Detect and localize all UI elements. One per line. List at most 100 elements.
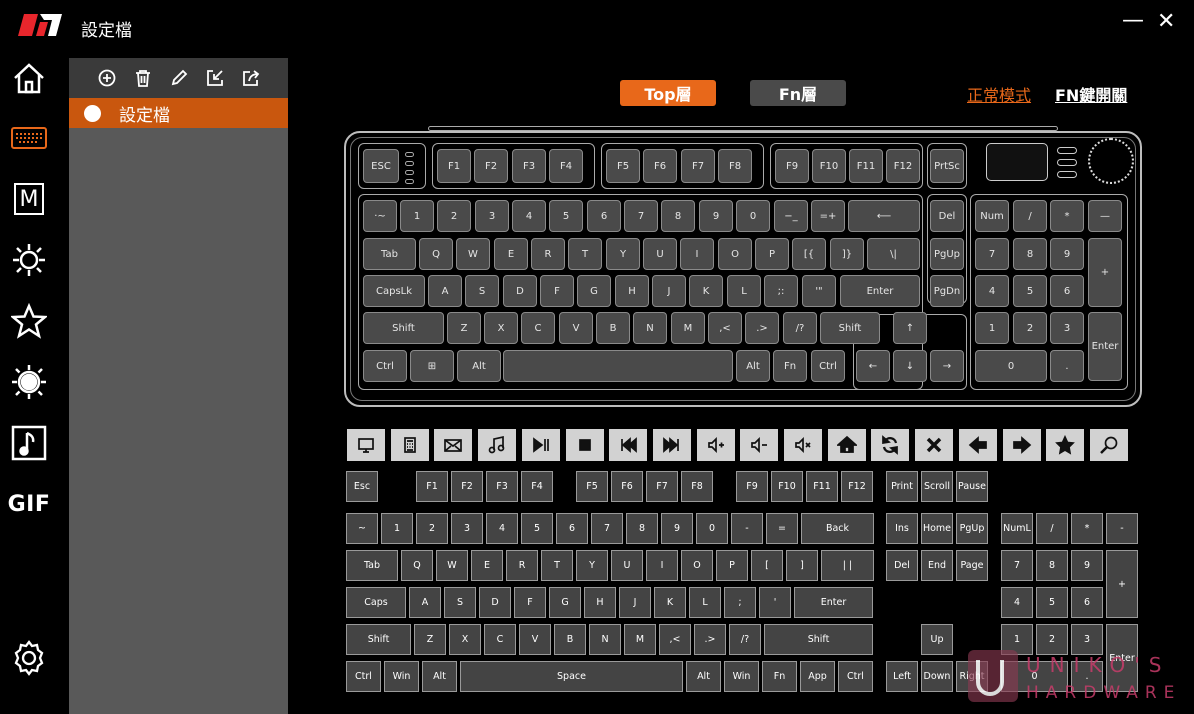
palette-key[interactable]: 5: [521, 513, 553, 544]
mail-key[interactable]: [434, 429, 473, 461]
keyboard-key[interactable]: Alt: [457, 350, 501, 382]
palette-key[interactable]: 8: [1036, 550, 1068, 581]
palette-key[interactable]: Tab: [346, 550, 398, 581]
palette-key[interactable]: X: [449, 624, 481, 655]
keyboard-key[interactable]: I: [680, 238, 714, 270]
keyboard-key[interactable]: D: [503, 275, 537, 307]
palette-key[interactable]: Z: [414, 624, 446, 655]
keyboard-key[interactable]: ↑: [893, 312, 927, 344]
keyboard-key[interactable]: −_: [774, 200, 808, 232]
keyboard-key[interactable]: '": [802, 275, 836, 307]
nav-home[interactable]: [8, 57, 50, 99]
palette-key[interactable]: ,<: [659, 624, 691, 655]
keyboard-key[interactable]: V: [559, 312, 593, 344]
palette-key[interactable]: R: [506, 550, 538, 581]
keyboard-key[interactable]: →: [930, 350, 964, 382]
palette-key[interactable]: F1: [416, 471, 448, 502]
profile-item[interactable]: 設定檔: [69, 98, 288, 128]
stop-key[interactable]: [565, 429, 604, 461]
palette-key[interactable]: Left: [886, 661, 918, 692]
palette-key[interactable]: Home: [921, 513, 953, 544]
palette-key[interactable]: | |: [821, 550, 874, 581]
nav-music[interactable]: [8, 422, 50, 464]
keyboard-key[interactable]: 4: [975, 275, 1009, 307]
keyboard-key[interactable]: ;:: [764, 275, 798, 307]
keyboard-key[interactable]: 8: [661, 200, 695, 232]
keyboard-key[interactable]: C: [521, 312, 555, 344]
palette-key[interactable]: Page: [956, 550, 988, 581]
keyboard-key[interactable]: Del: [930, 200, 964, 232]
palette-key[interactable]: Scroll: [921, 471, 953, 502]
keyboard-key[interactable]: 2: [437, 200, 471, 232]
palette-key[interactable]: 6: [1071, 587, 1103, 618]
keyboard-key[interactable]: Ctrl: [811, 350, 845, 382]
keyboard-key[interactable]: F11: [849, 149, 883, 183]
palette-key[interactable]: Caps: [346, 587, 406, 618]
palette-key[interactable]: PgUp: [956, 513, 988, 544]
keyboard-key[interactable]: *: [1050, 200, 1084, 232]
arrow-right-key[interactable]: [1002, 429, 1041, 461]
keyboard-key[interactable]: 6: [587, 200, 621, 232]
keyboard-key[interactable]: ←: [856, 350, 890, 382]
palette-key[interactable]: 4: [1001, 587, 1033, 618]
keyboard-key[interactable]: [{: [792, 238, 826, 270]
keyboard-key[interactable]: Enter: [1088, 312, 1122, 381]
palette-key[interactable]: 0: [696, 513, 728, 544]
keyboard-key[interactable]: H: [615, 275, 649, 307]
palette-key[interactable]: Pause: [956, 471, 988, 502]
keyboard-key[interactable]: 7: [624, 200, 658, 232]
palette-key[interactable]: 9: [661, 513, 693, 544]
palette-key[interactable]: .>: [694, 624, 726, 655]
keyboard-key[interactable]: 9: [1050, 238, 1084, 270]
keyboard-key[interactable]: F8: [718, 149, 752, 183]
keyboard-key[interactable]: Ctrl: [363, 350, 407, 382]
monitor-key[interactable]: [347, 429, 385, 461]
palette-key[interactable]: L: [689, 587, 721, 618]
palette-key[interactable]: K: [654, 587, 686, 618]
nav-settings[interactable]: [8, 637, 50, 679]
palette-key[interactable]: Win: [384, 661, 419, 692]
rename-profile-button[interactable]: [168, 67, 190, 89]
keyboard-key[interactable]: 1: [975, 312, 1009, 344]
palette-key[interactable]: Fn: [762, 661, 797, 692]
nav-gif[interactable]: GIF: [8, 483, 50, 525]
palette-key[interactable]: Q: [401, 550, 433, 581]
palette-key[interactable]: F6: [611, 471, 643, 502]
palette-key[interactable]: H: [584, 587, 616, 618]
add-profile-button[interactable]: [96, 67, 118, 89]
star-key[interactable]: [1046, 429, 1085, 461]
palette-key[interactable]: F11: [806, 471, 838, 502]
keyboard-key[interactable]: Fn: [773, 350, 807, 382]
keyboard-key[interactable]: L: [727, 275, 761, 307]
palette-key[interactable]: ~: [346, 513, 378, 544]
keyboard-key[interactable]: 5: [1013, 275, 1047, 307]
keyboard-key[interactable]: S: [465, 275, 499, 307]
palette-key[interactable]: F8: [681, 471, 713, 502]
keyboard-key[interactable]: 5: [549, 200, 583, 232]
keyboard-key[interactable]: Num: [975, 200, 1009, 232]
keyboard-key[interactable]: PgDn: [930, 275, 964, 307]
palette-key[interactable]: 6: [556, 513, 588, 544]
palette-key[interactable]: S: [444, 587, 476, 618]
palette-key[interactable]: U: [611, 550, 643, 581]
keyboard-key[interactable]: 3: [475, 200, 509, 232]
keyboard-key[interactable]: A: [428, 275, 462, 307]
fn-switch-link[interactable]: FN鍵開關: [1055, 82, 1127, 106]
normal-mode-link[interactable]: 正常模式: [967, 82, 1031, 106]
palette-key[interactable]: Back: [801, 513, 874, 544]
keyboard-key[interactable]: 4: [512, 200, 546, 232]
palette-key[interactable]: 9: [1071, 550, 1103, 581]
palette-key[interactable]: NumL: [1001, 513, 1033, 544]
fn-layer-tab[interactable]: Fn層: [750, 80, 846, 106]
palette-key[interactable]: -: [1106, 513, 1138, 544]
keyboard-key[interactable]: /?: [783, 312, 817, 344]
keyboard-key[interactable]: .: [1050, 350, 1084, 382]
palette-key[interactable]: I: [646, 550, 678, 581]
palette-key[interactable]: P: [716, 550, 748, 581]
keyboard-key[interactable]: 1: [400, 200, 434, 232]
palette-key[interactable]: M: [624, 624, 656, 655]
palette-key[interactable]: Ins: [886, 513, 918, 544]
calculator-key[interactable]: [390, 429, 429, 461]
keyboard-key[interactable]: Alt: [736, 350, 770, 382]
keyboard-key[interactable]: X: [484, 312, 518, 344]
